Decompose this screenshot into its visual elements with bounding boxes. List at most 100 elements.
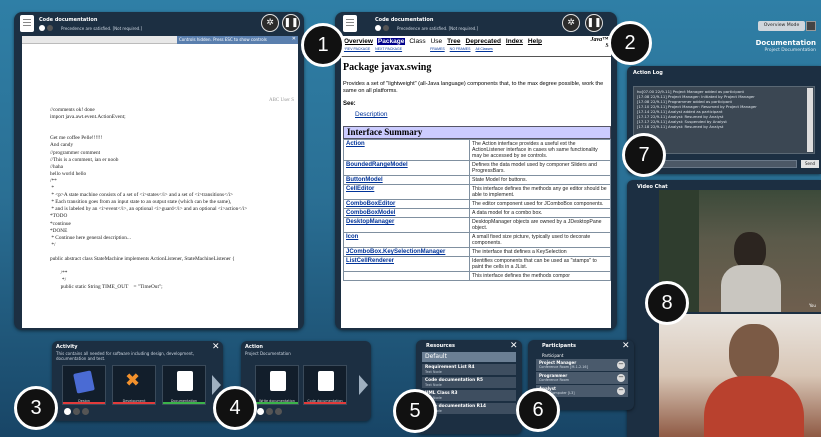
code-line: public abstract class StateMachine imple… xyxy=(50,255,235,262)
play-icon[interactable] xyxy=(257,408,264,415)
divider xyxy=(341,56,611,57)
editor-status: Precedence are satisfied. [Not required.… xyxy=(61,26,143,31)
send-button[interactable]: Send xyxy=(801,160,819,168)
record-icon[interactable] xyxy=(47,25,53,31)
record-icon[interactable] xyxy=(73,408,80,415)
scrollbar[interactable] xyxy=(807,88,813,152)
interface-description: Defines the data model used by componer … xyxy=(469,160,611,176)
nav-tree[interactable]: Tree xyxy=(446,38,461,45)
resource-item[interactable]: UML Class R3Text Node xyxy=(422,390,516,401)
subnav-link[interactable]: All Classes xyxy=(475,47,492,51)
javadoc-title: Code documentation xyxy=(375,17,434,23)
subnav-link[interactable]: NO FRAMES xyxy=(450,47,471,51)
table-row: JComboBox.KeySelectionManager The interfa… xyxy=(343,247,611,257)
interface-link[interactable]: ListCellRenderer xyxy=(346,258,394,264)
participant-item[interactable]: Programmer Conference Room − xyxy=(536,372,628,384)
pause-button[interactable]: ❚❚ xyxy=(585,14,603,32)
interface-link[interactable]: ComboBoxEditor xyxy=(346,201,395,207)
status-dots xyxy=(375,25,395,31)
editor-body[interactable]: Controls hidden. Press ESC to show contr… xyxy=(22,36,298,328)
watermark: ABC User S xyxy=(268,98,294,103)
nav-index[interactable]: Index xyxy=(505,38,524,45)
overview-toggle[interactable] xyxy=(806,21,816,31)
description-link[interactable]: Description xyxy=(355,111,388,118)
close-icon[interactable]: ✕ xyxy=(292,36,296,42)
javadoc-nav: Overview Package Class Use Tree Deprecated Ind… xyxy=(343,38,546,45)
code-line: * Each transition goes from an input sta… xyxy=(50,199,232,206)
play-icon[interactable] xyxy=(39,25,45,31)
subnav-link[interactable]: PREV PACKAGE xyxy=(343,47,370,51)
nav-package[interactable]: Package xyxy=(376,38,406,45)
close-icon[interactable]: ✕ xyxy=(510,341,518,351)
interface-link[interactable]: ComboBoxModel xyxy=(346,210,395,216)
interface-description: DesktopManager objects are owned by a JD… xyxy=(469,217,611,233)
document-icon xyxy=(177,371,193,391)
nav-help[interactable]: Help xyxy=(527,38,543,45)
participant-location: Conference Room [M-1-2.16] xyxy=(539,365,588,369)
remove-participant-icon[interactable]: − xyxy=(617,361,625,369)
subnav-link[interactable]: NEXT PACKAGE xyxy=(375,47,402,51)
marker-6: 6 xyxy=(516,388,560,432)
nav-deprecated[interactable]: Deprecated xyxy=(465,38,502,45)
code-line: * Continue here general description... xyxy=(50,234,131,241)
remove-participant-icon[interactable]: − xyxy=(617,374,625,382)
overview-mode-button[interactable]: Overview Mode xyxy=(758,21,805,31)
interface-link[interactable]: BoundedRangeModel xyxy=(346,162,408,168)
interface-description: This interface defines the methods compo… xyxy=(469,271,611,281)
settings-button[interactable]: ✲ xyxy=(562,14,580,32)
tile-code-documentation[interactable]: Code documentation xyxy=(303,365,347,405)
interface-link[interactable]: JComboBox.KeySelectionManager xyxy=(346,249,445,255)
pause-button[interactable]: ❚❚ xyxy=(282,14,300,32)
nav-class[interactable]: Class xyxy=(408,38,426,45)
next-arrow-icon[interactable] xyxy=(359,375,368,395)
code-line: //programmer comment xyxy=(50,149,101,156)
settings-button[interactable]: ✲ xyxy=(261,14,279,32)
code-text[interactable]: //comments ok! done import java.awt.event… xyxy=(50,107,295,291)
package-intro: Provides a set of "lightweight" (all-Jav… xyxy=(343,81,604,94)
action-controls xyxy=(257,408,297,416)
code-line: */ xyxy=(50,241,56,248)
marker-7: 7 xyxy=(622,133,666,177)
code-line: /** xyxy=(50,270,68,277)
play-icon[interactable] xyxy=(64,408,71,415)
interface-link[interactable]: Action xyxy=(346,141,365,147)
interface-link[interactable]: CellEditor xyxy=(346,186,374,192)
resource-item[interactable]: Code documentation R5 Text Node xyxy=(422,377,516,388)
code-line: import java.awt.event.ActionEvent; xyxy=(50,114,126,121)
tile-development[interactable]: ✖ Development xyxy=(112,365,156,405)
interface-summary-table: Action The Action interface provides a us… xyxy=(343,139,611,281)
participant-header: Participant xyxy=(542,353,564,358)
interface-description: A small fixed size picture, typically us… xyxy=(469,232,611,248)
interface-link[interactable]: Icon xyxy=(346,234,358,240)
nav-use[interactable]: Use xyxy=(430,38,444,45)
play-icon[interactable] xyxy=(375,25,381,31)
javadoc-body[interactable]: Overview Package Class Use Tree Deprecated Ind… xyxy=(341,36,611,328)
interface-link[interactable]: ButtonModel xyxy=(346,177,383,183)
tile-write-documentation[interactable]: Write documentation xyxy=(255,365,299,405)
interface-description: Identifies components that can be used a… xyxy=(469,256,611,272)
record-icon[interactable] xyxy=(266,408,273,415)
record-icon[interactable] xyxy=(383,25,389,31)
you-label: You xyxy=(809,303,816,308)
interface-link[interactable]: DesktopManager xyxy=(346,219,394,225)
table-row: Action The Action interface provides a us… xyxy=(343,139,611,161)
tile-design[interactable]: Design xyxy=(62,365,106,405)
document-icon xyxy=(20,15,34,32)
close-icon[interactable]: ✕ xyxy=(212,342,220,352)
close-icon[interactable]: ✕ xyxy=(622,341,630,351)
tile-documentation[interactable]: Documentation xyxy=(162,365,206,405)
video-feed-self xyxy=(659,314,821,437)
default-tab[interactable]: Default xyxy=(422,352,516,362)
stop-icon[interactable] xyxy=(275,408,282,415)
subnav-link[interactable]: FRAMES xyxy=(430,47,445,51)
interface-description: State Model for buttons. xyxy=(469,175,611,185)
marker-3: 3 xyxy=(14,386,58,430)
table-row: ComboBoxEditor The editor component used … xyxy=(343,199,611,209)
remove-participant-icon[interactable]: − xyxy=(617,387,625,395)
resource-item[interactable]: Requirement List R4 Text Node xyxy=(422,364,516,375)
nav-overview[interactable]: Overview xyxy=(343,38,374,45)
stop-icon[interactable] xyxy=(82,408,89,415)
participant-item[interactable]: Project Manager Conference Room [M-1-2.16… xyxy=(536,359,628,371)
